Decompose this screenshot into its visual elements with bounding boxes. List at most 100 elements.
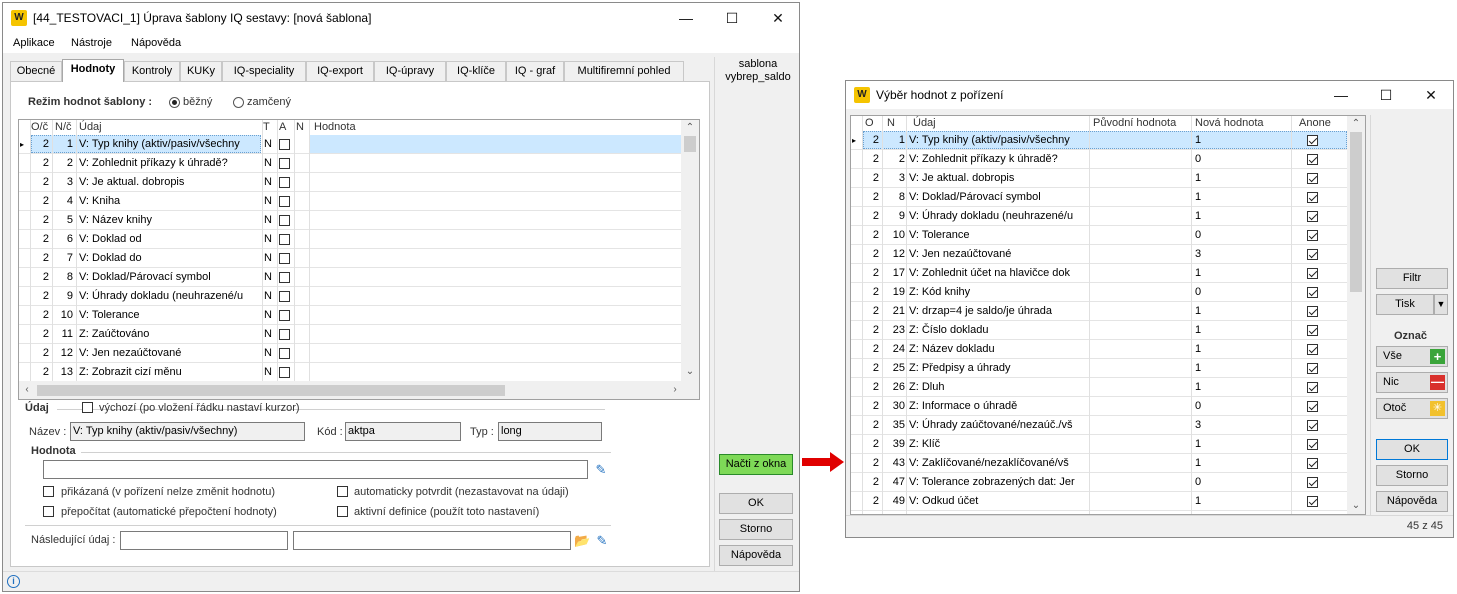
row-a-checkbox[interactable]: [279, 253, 290, 264]
table-row[interactable]: 2 26 Z: Dluh 1: [851, 378, 1347, 397]
row-anone-checkbox[interactable]: [1307, 363, 1318, 374]
table-row[interactable]: 2 11 Z: Zaúčtováno N: [19, 325, 681, 344]
mode-bezny-label[interactable]: běžný: [183, 96, 212, 108]
row-nova-hodnota[interactable]: 1: [1195, 131, 1255, 150]
table-row[interactable]: 2 19 Z: Kód knihy 0: [851, 283, 1347, 302]
nacti-z-okna-button[interactable]: Načti z okna: [719, 454, 793, 475]
row-nova-hodnota[interactable]: 0: [1195, 473, 1255, 492]
row-anone-checkbox[interactable]: [1307, 287, 1318, 298]
w2-title-bar[interactable]: W Výběr hodnot z pořízení — ☐ ✕: [846, 81, 1453, 109]
table-row[interactable]: 2 35 V: Úhrady zaúčtované/nezaúč./vš 3: [851, 416, 1347, 435]
minimize-button[interactable]: —: [663, 3, 709, 33]
w2-storno-button[interactable]: Storno: [1376, 465, 1448, 486]
nasledujici-field-2[interactable]: [293, 531, 571, 550]
table-row[interactable]: 2 7 V: Doklad do N: [19, 249, 681, 268]
menu-nastroje[interactable]: Nástroje: [71, 37, 112, 49]
table-row[interactable]: 2 12 V: Jen nezaúčtované N: [19, 344, 681, 363]
nasledujici-field-1[interactable]: [120, 531, 288, 550]
ok-button[interactable]: OK: [719, 493, 793, 514]
auto-potvrdit-label[interactable]: automaticky potvrdit (nezastavovat na úd…: [354, 486, 569, 498]
table-row[interactable]: 2 3 V: Je aktual. dobropis N: [19, 173, 681, 192]
row-a-checkbox[interactable]: [279, 158, 290, 169]
table-row[interactable]: 2 39 Z: Klíč 1: [851, 435, 1347, 454]
row-a-checkbox[interactable]: [279, 291, 290, 302]
edit-value-icon[interactable]: ✎: [593, 462, 609, 478]
auto-potvrdit-checkbox[interactable]: [337, 486, 348, 497]
row-nova-hodnota[interactable]: 0: [1195, 150, 1255, 169]
h-scroll-thumb[interactable]: [37, 385, 505, 396]
row-nova-hodnota[interactable]: 1: [1195, 492, 1255, 511]
values-grid[interactable]: O/č N/č Údaj T A N Hodnota ▸ 2 1 V: Typ kni…: [18, 119, 700, 400]
row-anone-checkbox[interactable]: [1307, 382, 1318, 393]
row-anone-checkbox[interactable]: [1307, 249, 1318, 260]
scroll-down-icon[interactable]: ⌄: [682, 364, 698, 380]
menu-napoveda[interactable]: Nápověda: [131, 37, 181, 49]
row-anone-checkbox[interactable]: [1307, 420, 1318, 431]
w2-scroll-down-icon[interactable]: ⌄: [1348, 498, 1364, 514]
w2-scroll-up-icon[interactable]: ⌃: [1348, 116, 1364, 132]
w2-ok-button[interactable]: OK: [1376, 439, 1448, 460]
scroll-left-icon[interactable]: ‹: [19, 382, 35, 398]
scroll-thumb[interactable]: [684, 136, 696, 152]
row-a-checkbox[interactable]: [279, 177, 290, 188]
row-anone-checkbox[interactable]: [1307, 401, 1318, 412]
table-row[interactable]: 2 12 V: Jen nezaúčtované 3: [851, 245, 1347, 264]
row-nova-hodnota[interactable]: 0: [1195, 226, 1255, 245]
tab-iq-klice[interactable]: IQ-klíče: [446, 61, 506, 81]
scroll-up-icon[interactable]: ⌃: [682, 120, 698, 136]
row-anone-checkbox[interactable]: [1307, 325, 1318, 336]
w2-col-nova-header[interactable]: Nová hodnota: [1195, 116, 1285, 131]
menu-aplikace[interactable]: Aplikace: [13, 37, 55, 49]
w2-scroll-thumb[interactable]: [1350, 132, 1362, 292]
row-anone-checkbox[interactable]: [1307, 192, 1318, 203]
tab-obecne[interactable]: Obecné: [10, 61, 62, 81]
edit-next-icon[interactable]: ✎: [594, 533, 610, 549]
tab-kontroly[interactable]: Kontroly: [124, 61, 180, 81]
vychozi-checkbox[interactable]: [82, 402, 93, 413]
row-a-checkbox[interactable]: [279, 367, 290, 378]
row-anone-checkbox[interactable]: [1307, 230, 1318, 241]
grid-vertical-scrollbar[interactable]: ⌃ ⌄: [681, 120, 699, 381]
table-row[interactable]: 2 6 V: Doklad od N: [19, 230, 681, 249]
table-row[interactable]: 2 17 V: Zohlednit účet na hlavičce dok 1: [851, 264, 1347, 283]
row-nova-hodnota[interactable]: 3: [1195, 416, 1255, 435]
row-nova-hodnota[interactable]: 1: [1195, 302, 1255, 321]
table-row[interactable]: 2 2 V: Zohlednit příkazy k úhradě? 0: [851, 150, 1347, 169]
row-nova-hodnota[interactable]: 1: [1195, 188, 1255, 207]
row-anone-checkbox[interactable]: [1307, 173, 1318, 184]
maximize-button[interactable]: ☐: [709, 3, 755, 33]
mode-zamceny-label[interactable]: zamčený: [247, 96, 291, 108]
table-row[interactable]: 2 8 V: Doklad/Párovací symbol 1: [851, 188, 1347, 207]
w2-vertical-scrollbar[interactable]: ⌃ ⌄: [1347, 116, 1365, 514]
col-nn-header[interactable]: N: [296, 120, 308, 135]
row-nova-hodnota[interactable]: 1: [1195, 264, 1255, 283]
col-n-header[interactable]: N/č: [55, 120, 73, 135]
storno-button[interactable]: Storno: [719, 519, 793, 540]
row-nova-hodnota[interactable]: 1: [1195, 454, 1255, 473]
table-row[interactable]: 2 47 V: Tolerance zobrazených dat: Jer 0: [851, 473, 1347, 492]
row-a-checkbox[interactable]: [279, 139, 290, 150]
table-row[interactable]: 2 5 V: Název knihy N: [19, 211, 681, 230]
tab-hodnoty[interactable]: Hodnoty: [62, 59, 124, 82]
table-row[interactable]: 2 10 V: Tolerance 0: [851, 226, 1347, 245]
table-row[interactable]: 2 4 V: Kniha N: [19, 192, 681, 211]
row-a-checkbox[interactable]: [279, 348, 290, 359]
tab-iq-graf[interactable]: IQ - graf: [506, 61, 564, 81]
invert-selection-button[interactable]: Otoč ✳: [1376, 398, 1448, 419]
aktivni-definice-label[interactable]: aktivní definice (použít toto nastavení): [354, 506, 539, 518]
w2-napoveda-button[interactable]: Nápověda: [1376, 491, 1448, 512]
row-anone-checkbox[interactable]: [1307, 496, 1318, 507]
row-anone-checkbox[interactable]: [1307, 135, 1318, 146]
row-nova-hodnota[interactable]: 1: [1195, 359, 1255, 378]
w2-maximize-button[interactable]: ☐: [1363, 81, 1409, 109]
col-t-header[interactable]: T: [263, 120, 275, 135]
table-row[interactable]: 2 10 V: Tolerance N: [19, 306, 681, 325]
row-nova-hodnota[interactable]: 1: [1195, 378, 1255, 397]
table-row[interactable]: 2 25 Z: Předpisy a úhrady 1: [851, 359, 1347, 378]
row-nova-hodnota[interactable]: 3: [1195, 245, 1255, 264]
table-row[interactable]: 2 43 V: Zaklíčované/nezaklíčované/vš 1: [851, 454, 1347, 473]
tab-iq-export[interactable]: IQ-export: [306, 61, 374, 81]
title-bar[interactable]: W [44_TESTOVACI_1] Úprava šablony IQ ses…: [3, 3, 799, 33]
table-row[interactable]: 2 21 V: drzap=4 je saldo/je úhrada 1: [851, 302, 1347, 321]
row-nova-hodnota[interactable]: 0: [1195, 397, 1255, 416]
